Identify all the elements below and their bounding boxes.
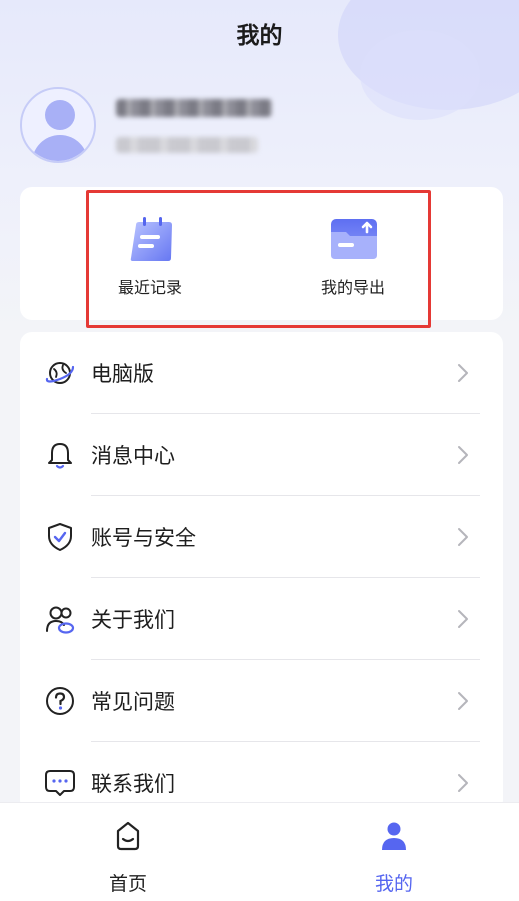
- menu-item-about-us[interactable]: 关于我们: [20, 578, 503, 660]
- chat-bubble-icon: [45, 770, 75, 796]
- chevron-right-icon: [458, 364, 468, 382]
- quick-action-label: 我的导出: [320, 278, 385, 297]
- user-avatar-icon: [45, 100, 75, 130]
- bell-icon: [48, 443, 72, 469]
- blurred-user-info: [116, 137, 258, 153]
- question-circle-icon: [46, 687, 74, 715]
- menu-item-label: 电脑版: [91, 362, 154, 386]
- person-icon: [382, 822, 406, 850]
- tab-label: 首页: [108, 873, 147, 895]
- menu-item-label: 常见问题: [91, 690, 175, 714]
- shield-check-icon: [48, 523, 72, 551]
- menu-item-message-center[interactable]: 消息中心: [20, 414, 503, 496]
- tab-mine[interactable]: 我的: [314, 803, 474, 901]
- people-icon: [46, 606, 75, 634]
- menu-item-account-security[interactable]: 账号与安全: [20, 496, 503, 578]
- tab-home[interactable]: 首页: [48, 803, 208, 901]
- blurred-username: [116, 99, 272, 117]
- quick-action-recent-records[interactable]: 最近记录: [95, 210, 205, 300]
- avatar-body: [32, 135, 88, 161]
- quick-action-label: 最近记录: [117, 278, 182, 297]
- menu-list: 电脑版 消息中心 账号与安全 关于我们 常见问题 联系我们: [20, 332, 503, 812]
- chevron-right-icon: [458, 692, 468, 710]
- menu-item-faq[interactable]: 常见问题: [20, 660, 503, 742]
- quick-action-my-exports[interactable]: 我的导出: [298, 210, 408, 300]
- avatar[interactable]: [20, 87, 96, 163]
- bottom-tab-bar: 首页 我的: [0, 802, 519, 901]
- quick-actions-card: [20, 187, 503, 320]
- menu-item-label: 联系我们: [91, 772, 175, 796]
- chevron-right-icon: [458, 446, 468, 464]
- home-face-icon: [116, 821, 140, 851]
- notepad-icon: [130, 217, 172, 261]
- page-title: 我的: [236, 23, 283, 49]
- planet-icon: [45, 362, 75, 384]
- chevron-right-icon: [458, 528, 468, 546]
- menu-item-label: 消息中心: [91, 444, 175, 468]
- chevron-right-icon: [458, 610, 468, 628]
- folder-upload-icon: [331, 219, 377, 259]
- chevron-right-icon: [458, 774, 468, 792]
- menu-item-desktop-version[interactable]: 电脑版: [20, 332, 503, 414]
- menu-item-label: 关于我们: [91, 608, 175, 632]
- menu-item-label: 账号与安全: [91, 526, 196, 550]
- tab-label: 我的: [374, 873, 413, 895]
